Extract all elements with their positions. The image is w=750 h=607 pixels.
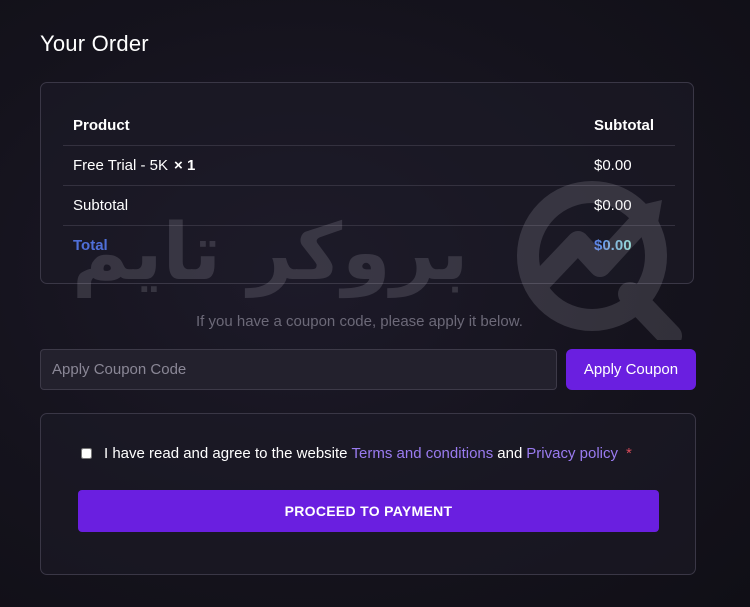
page-title: Your Order: [40, 31, 149, 56]
table-row: Free Trial - 5K × 1 $0.00: [63, 145, 675, 186]
terms-and-conditions-link[interactable]: Terms and conditions: [352, 445, 494, 462]
terms-checkbox[interactable]: [81, 448, 92, 459]
coupon-hint: If you have a coupon code, please apply …: [196, 313, 523, 330]
column-header-product: Product: [63, 106, 584, 146]
product-cell: Free Trial - 5K × 1: [63, 145, 584, 186]
subtotal-value: $0.00: [584, 185, 675, 226]
product-name: Free Trial - 5K: [73, 157, 169, 174]
payment-card: I have read and agree to the website Ter…: [40, 413, 696, 575]
order-table: Product Subtotal Free Trial - 5K × 1 $0.0…: [63, 106, 675, 265]
proceed-to-payment-button[interactable]: PROCEED TO PAYMENT: [78, 490, 659, 532]
terms-row: I have read and agree to the website Ter…: [81, 445, 632, 462]
table-row: Subtotal $0.00: [63, 185, 675, 226]
table-row: Total $0.00: [63, 226, 675, 266]
coupon-code-input[interactable]: [40, 349, 557, 390]
column-header-subtotal: Subtotal: [584, 106, 675, 146]
required-mark: *: [626, 445, 632, 462]
product-quantity: × 1: [174, 157, 196, 174]
subtotal-label: Subtotal: [63, 185, 584, 226]
total-value: $0.00: [594, 237, 632, 254]
total-value-cell: $0.00: [584, 226, 675, 266]
order-summary-card: Product Subtotal Free Trial - 5K × 1 $0.0…: [40, 82, 694, 284]
terms-text: I have read and agree to the website: [104, 445, 348, 462]
table-header-row: Product Subtotal: [63, 106, 675, 146]
total-label: Total: [73, 237, 108, 254]
apply-coupon-button[interactable]: Apply Coupon: [566, 349, 696, 390]
terms-connector: and: [497, 445, 523, 462]
product-price: $0.00: [584, 145, 675, 186]
privacy-policy-link[interactable]: Privacy policy: [526, 445, 618, 462]
